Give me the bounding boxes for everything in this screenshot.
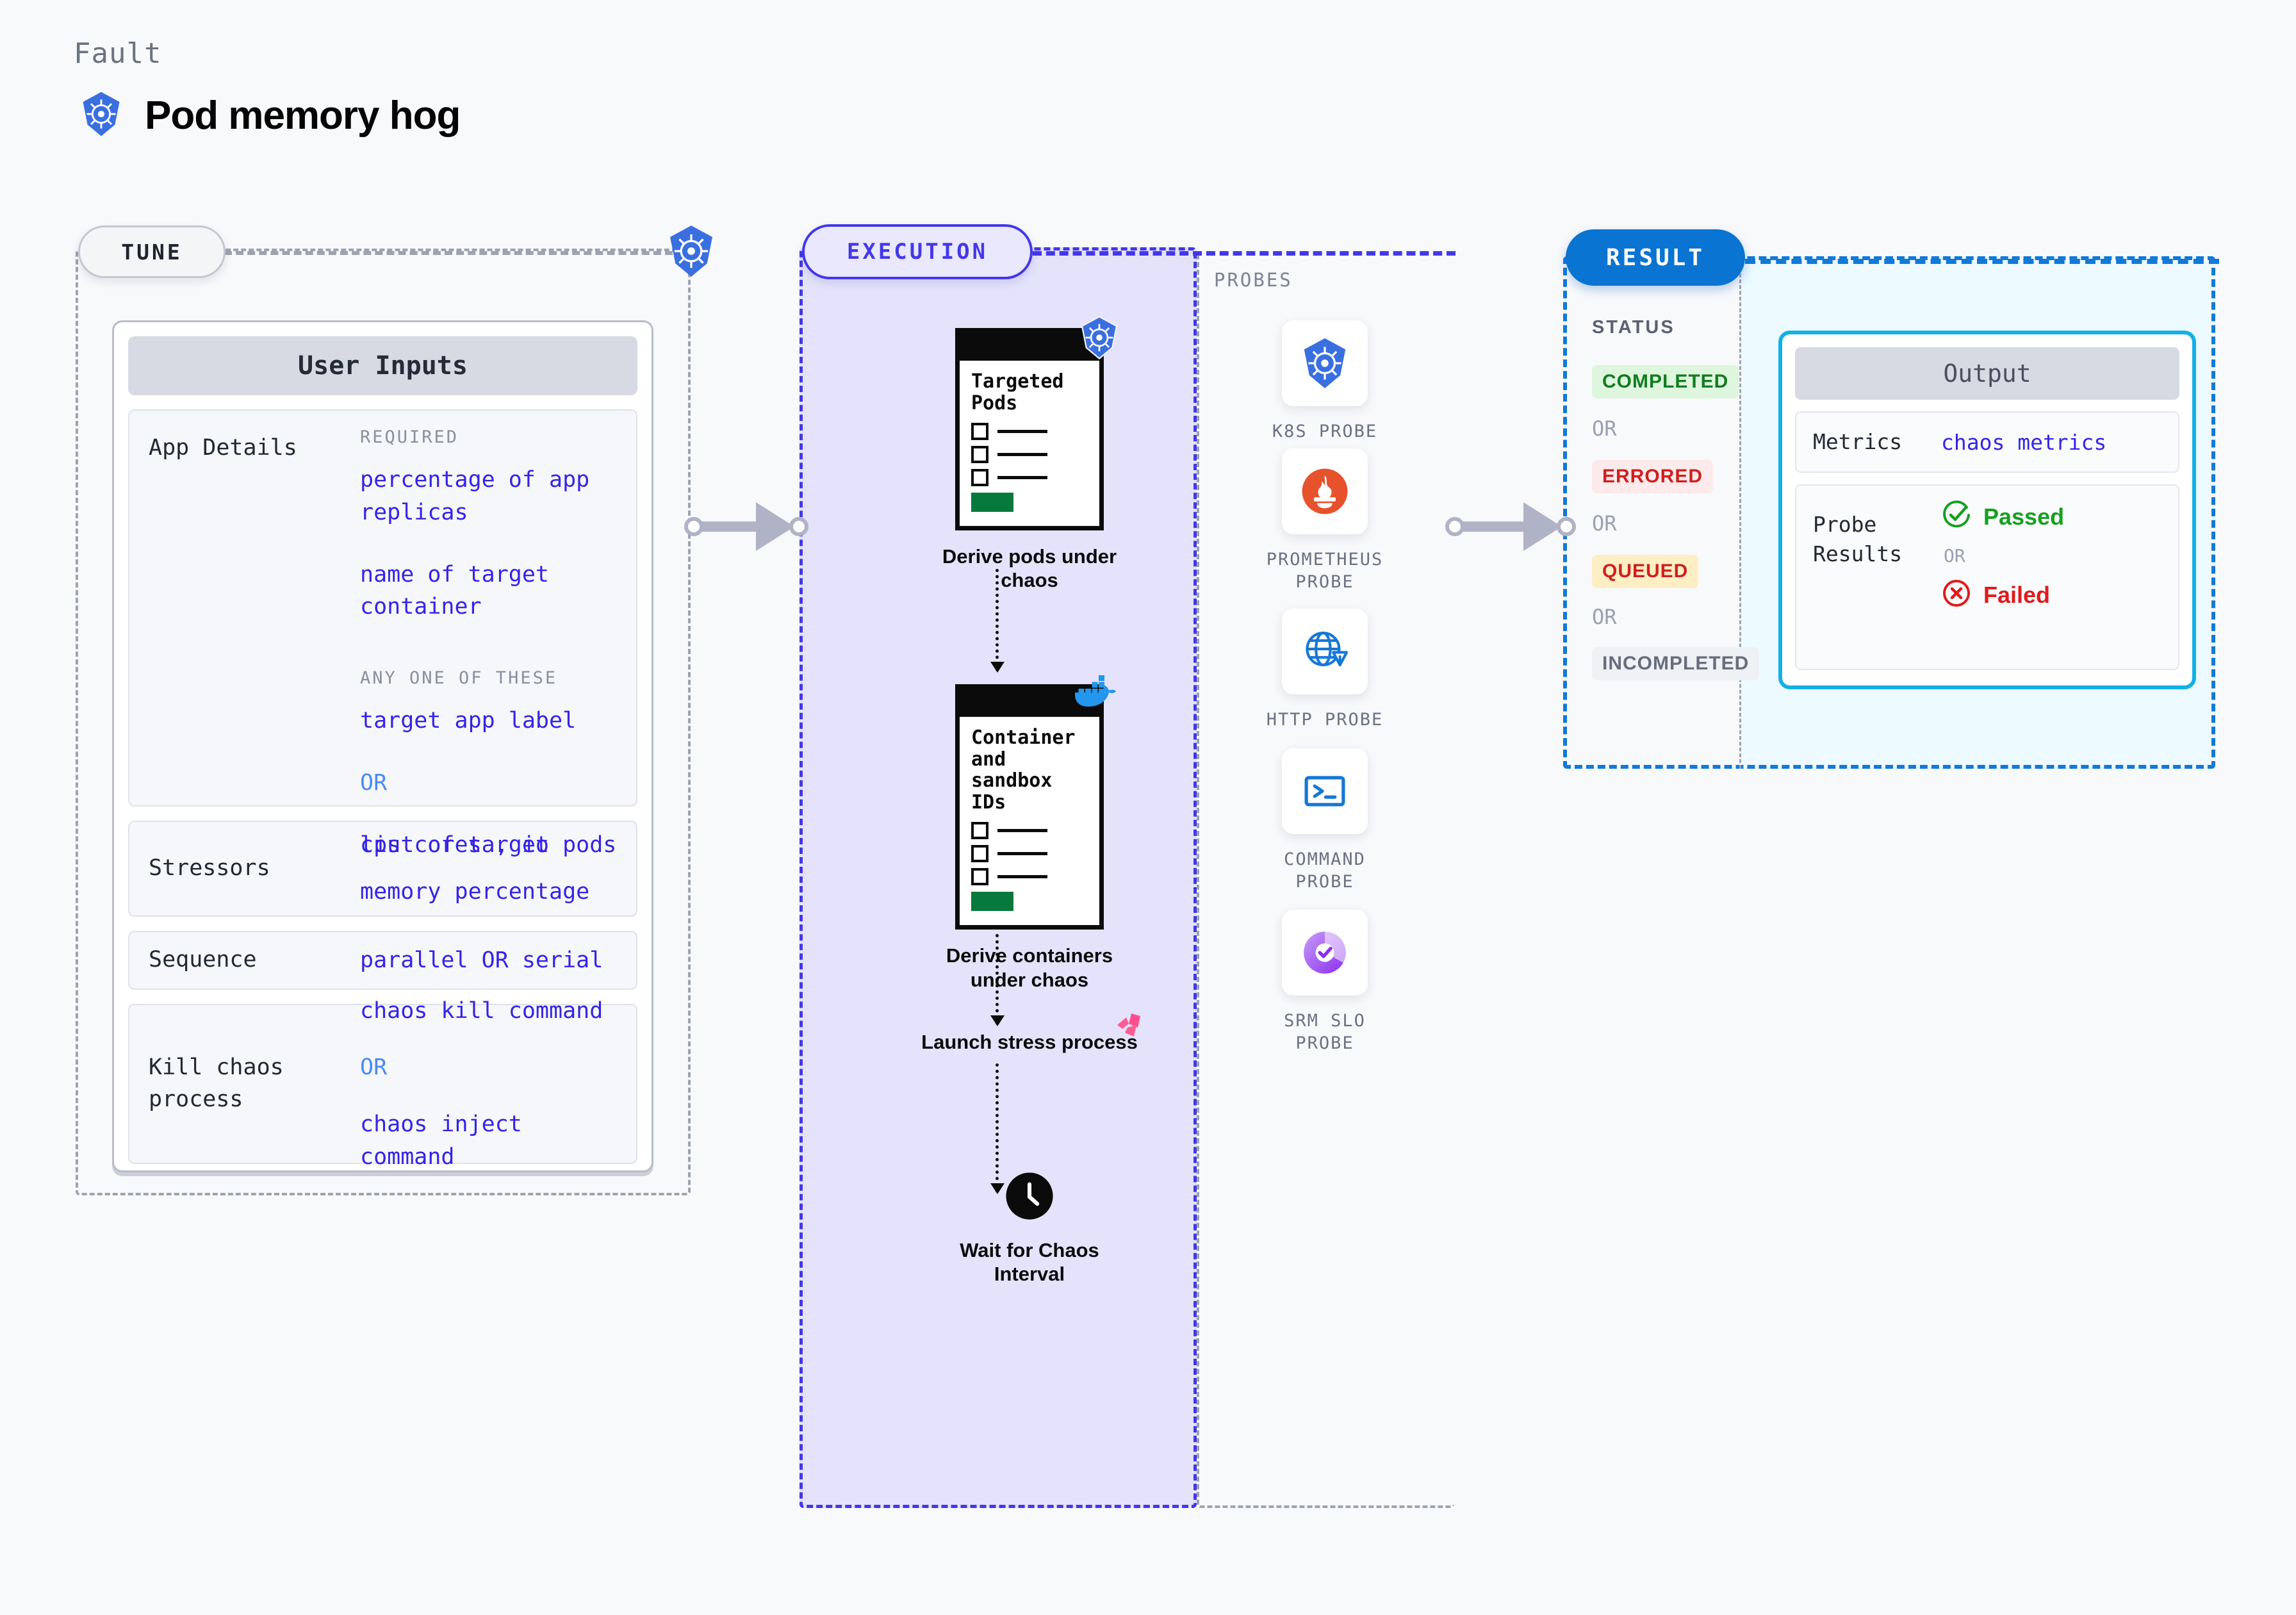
page-title: Pod memory hog — [145, 94, 461, 138]
app-detail-value[interactable]: target app label — [360, 705, 617, 737]
any-one-of-these-caption: ANY ONE OF THESE — [360, 668, 558, 688]
app-detail-value[interactable]: percentage of app replicas — [360, 464, 617, 529]
srm-slo-donut-icon — [1282, 910, 1368, 996]
result-stage-pill[interactable]: RESULT — [1566, 229, 1745, 286]
app-details-label: App Details — [149, 435, 297, 461]
app-detail-value[interactable]: name of target container — [360, 559, 617, 624]
output-title: Output — [1795, 347, 2179, 400]
tune-connector-dash — [224, 251, 673, 255]
passed-label: Passed — [1983, 503, 2065, 530]
stressor-value[interactable]: memory percentage — [360, 876, 589, 908]
document-title: Targeted Pods — [971, 370, 1064, 414]
probe-label: PROMETHEUS PROBE — [1266, 550, 1384, 593]
node-caption: Wait for Chaos Interval — [960, 1239, 1099, 1286]
stressor-value[interactable]: cpu cores , io — [360, 829, 589, 862]
probe-results-label: Probe Results — [1813, 512, 1903, 567]
probe-results-row: Probe Results Passed OR Failed — [1795, 484, 2179, 670]
stressors-row: Stressors cpu cores , io memory percenta… — [128, 821, 637, 917]
prometheus-icon — [1282, 448, 1368, 534]
or-separator: OR — [1592, 511, 1617, 536]
output-card: Output Metrics chaos metrics Probe Resul… — [1778, 331, 2196, 689]
sequence-label: Sequence — [149, 947, 257, 973]
check-circle-icon — [1941, 500, 1972, 534]
or-separator: OR — [1944, 545, 1965, 566]
probe-label: COMMAND PROBE — [1284, 849, 1366, 892]
checkbox-icon — [971, 822, 988, 840]
user-inputs-title: User Inputs — [128, 336, 637, 395]
probe-srm-slo[interactable]: SRM SLO PROBE — [1261, 910, 1389, 1054]
execution-stage-pill[interactable]: EXECUTION — [802, 224, 1033, 279]
container-sandbox-ids-document: Container and sandbox IDs — [955, 675, 1116, 930]
probe-label: K8S PROBE — [1272, 422, 1378, 441]
node-caption: Derive containers under chaos — [946, 944, 1113, 991]
fault-eyebrow-label: Fault — [74, 37, 162, 70]
metrics-value[interactable]: chaos metrics — [1941, 430, 2106, 455]
status-caption: STATUS — [1592, 317, 1675, 338]
checkbox-icon — [971, 868, 988, 886]
status-badge-incompleted: INCOMPLETED — [1592, 647, 1760, 680]
document-title: Container and sandbox IDs — [971, 726, 1076, 814]
kill-chaos-value[interactable]: chaos inject command — [360, 1108, 617, 1174]
kubernetes-icon — [1282, 320, 1368, 406]
litmus-icon — [1115, 1011, 1145, 1045]
kubernetes-icon — [1076, 315, 1122, 364]
failed-label: Failed — [1983, 581, 2051, 608]
connector-execution-to-result — [1440, 502, 1576, 551]
app-details-row: App Details REQUIRED percentage of app r… — [128, 409, 637, 858]
clock-icon — [1004, 1171, 1054, 1224]
sequence-row: Sequence parallel OR serial — [128, 931, 637, 990]
required-caption: REQUIRED — [360, 427, 459, 447]
status-badge-completed: COMPLETED — [1592, 365, 1739, 398]
flow-arrow — [990, 569, 1004, 673]
checkbox-icon — [971, 446, 988, 464]
metrics-label: Metrics — [1813, 429, 1903, 454]
status-badge-queued: QUEUED — [1592, 555, 1699, 588]
probes-caption: PROBES — [1214, 269, 1293, 291]
execution-node-derive-containers: Container and sandbox IDs Derive contain… — [921, 675, 1138, 992]
sequence-value[interactable]: parallel OR serial — [360, 944, 603, 977]
http-globe-warning-icon — [1282, 609, 1368, 694]
checkbox-icon — [971, 423, 988, 441]
tune-stage-pill[interactable]: TUNE — [78, 225, 226, 278]
or-separator: OR — [1592, 416, 1617, 441]
checkbox-icon — [971, 845, 988, 863]
probe-label: HTTP PROBE — [1266, 710, 1384, 730]
probe-k8s[interactable]: K8S PROBE — [1261, 320, 1389, 443]
probe-http[interactable]: HTTP PROBE — [1261, 609, 1389, 731]
kill-chaos-process-label: Kill chaos process — [149, 1054, 284, 1112]
kill-chaos-process-row: Kill chaos process chaos kill command OR… — [128, 998, 637, 1170]
probe-command[interactable]: COMMAND PROBE — [1261, 748, 1389, 893]
connector-tune-to-execution — [679, 502, 808, 551]
metrics-row: Metrics chaos metrics — [1795, 411, 2179, 473]
execution-node-wait-chaos-interval: Wait for Chaos Interval — [892, 1171, 1167, 1286]
docker-icon — [1074, 673, 1121, 715]
probe-result-failed: Failed — [1941, 578, 2064, 612]
targeted-pods-document: Targeted Pods — [955, 316, 1118, 531]
probe-result-passed: Passed — [1941, 500, 2064, 534]
terminal-icon — [1282, 748, 1368, 834]
execution-node-derive-pods: Targeted Pods Derive pods under chaos — [921, 316, 1138, 593]
x-circle-icon — [1941, 578, 1972, 612]
or-separator: OR — [360, 769, 388, 796]
kubernetes-icon — [663, 223, 719, 279]
result-connector-dash — [1745, 259, 2219, 264]
or-separator: OR — [1592, 605, 1617, 629]
node-caption: Launch stress process — [921, 1031, 1138, 1053]
flow-arrow — [990, 934, 1004, 1026]
kubernetes-icon — [77, 90, 126, 142]
stressors-label: Stressors — [149, 855, 270, 881]
node-caption: Derive pods under chaos — [942, 545, 1117, 592]
probe-prometheus[interactable]: PROMETHEUS PROBE — [1261, 448, 1389, 593]
user-inputs-card: User Inputs App Details REQUIRED percent… — [112, 320, 653, 1172]
flow-arrow — [990, 1063, 1004, 1194]
checkbox-icon — [971, 469, 988, 487]
fault-title-row: Pod memory hog — [77, 90, 461, 142]
or-separator: OR — [360, 1054, 388, 1081]
probe-label: SRM SLO PROBE — [1284, 1011, 1366, 1054]
status-badge-errored: ERRORED — [1592, 460, 1714, 493]
execution-connector-dash — [1033, 251, 1456, 256]
kill-chaos-value[interactable]: chaos kill command — [360, 995, 617, 1028]
